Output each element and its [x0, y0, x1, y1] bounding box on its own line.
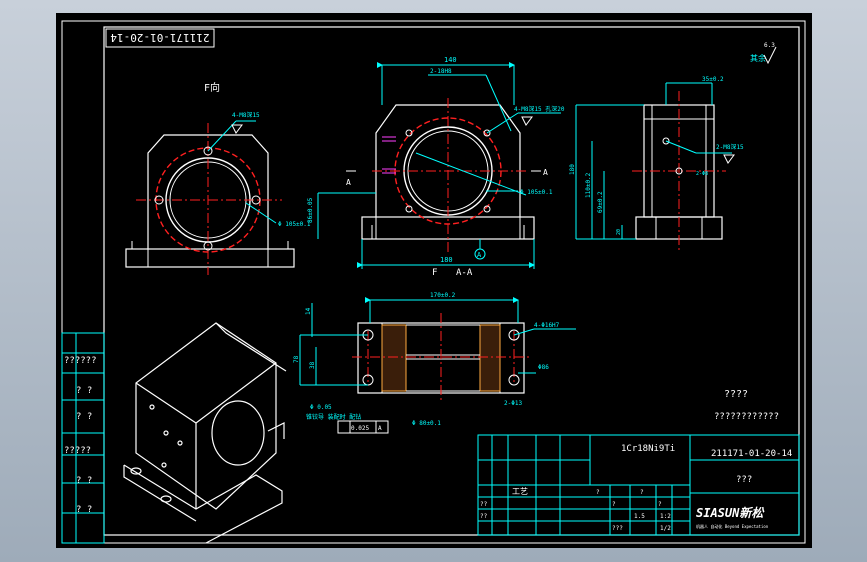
roughness-note: 其余	[750, 53, 766, 63]
section-dim-86: Φ86	[538, 364, 549, 371]
title-cell-10: 1/2	[660, 525, 671, 532]
title-cell-1: ??	[480, 501, 488, 508]
f-view-label: F向	[204, 81, 220, 94]
title-cell-8: 1:2	[660, 513, 671, 520]
section-bottom-hole: 2-Φ13	[504, 400, 522, 407]
cad-drawing: 211171-01-20-14 ?????? ? ? ? ? ????? ? ?…	[61, 20, 806, 544]
title-cell-2: ??	[480, 513, 488, 520]
title-block-drawing-number: 211171-01-20-14	[711, 449, 792, 459]
company-logo: SIASUN新松	[696, 506, 765, 520]
section-arrow-right: A	[543, 168, 548, 177]
isometric-view	[123, 322, 287, 544]
title-cell-7: 1.5	[634, 513, 645, 520]
side-small: 20	[616, 229, 622, 235]
title-cell-6: ?	[658, 501, 662, 508]
tolerance-value: 0.025	[351, 425, 369, 432]
inner-border	[103, 26, 800, 536]
title-block-unknown: ???	[736, 475, 752, 485]
side-inner2: 69±0.2	[597, 191, 604, 213]
side-dim-top: 35±0.2	[702, 76, 724, 83]
material-text: 1Cr18Ni9Ti	[621, 444, 675, 454]
tolerance-datum: A	[378, 425, 382, 432]
title-cell-3: ?	[596, 489, 600, 496]
outer-border	[61, 20, 806, 544]
front-view: 140 2-18H8 4-M8深15 孔深20 Φ 105±0.1 86±0.0…	[307, 56, 565, 278]
side-inner: 110±0.2	[585, 172, 592, 198]
left-table-row-6: ? ?	[76, 505, 92, 515]
title-block-process-label: 工艺	[512, 487, 528, 496]
section-arrow-left: A	[346, 178, 351, 187]
left-table-row-5: ? ?	[76, 476, 92, 486]
section-note-left: Φ 0.05	[310, 404, 332, 411]
front-holes-right: 4-M8深15 孔深20	[514, 105, 565, 113]
roughness-value: 6.3	[764, 42, 775, 49]
side-holes2-label: 2-Φ8	[696, 171, 708, 177]
datum-a: A	[477, 251, 482, 259]
cad-viewport: 211171-01-20-14 ?????? ? ? ? ? ????? ? ?…	[0, 0, 867, 562]
section-dim-top: 170±0.2	[430, 292, 456, 299]
section-dim-left: 14	[305, 307, 312, 315]
drawing-sheet: 211171-01-20-14 ?????? ? ? ? ? ????? ? ?…	[56, 13, 812, 548]
side-view: 2-M8深15 2-Φ8 35±0.2 180 110±0.2 69±0.2 2…	[569, 76, 744, 253]
side-height: 180	[569, 164, 576, 175]
front-dim-bottom: 180	[440, 256, 453, 264]
f-view-dia-label: Φ 105±0.1	[278, 221, 311, 228]
f-view-holes-label: 4-M8深15	[232, 111, 260, 119]
f-view: F向 4-M8深15 Φ 105±0.1	[125, 81, 311, 275]
front-hole-top: 2-18H8	[430, 68, 452, 75]
question-mark-1: ????	[724, 389, 748, 400]
title-cell-5: ?	[612, 501, 616, 508]
left-table-row-3: ? ?	[76, 412, 92, 422]
side-holes-label: 2-M8深15	[716, 143, 744, 151]
drawing-number-rotated: 211171-01-20-14	[110, 31, 210, 44]
section-note-left2: 锥铰导 装配时 配钻	[306, 413, 361, 421]
section-view: 170±0.2 14 78 38 4-Φ16H7 Φ86 2-Φ13 Φ 0.0…	[293, 292, 576, 434]
company-tagline: 机器人 自动化 Beyond Expectation	[696, 523, 769, 529]
question-mark-2: ????????????	[714, 412, 779, 422]
title-cell-4: ?	[640, 489, 644, 496]
front-height-left: 86±0.05	[307, 197, 314, 223]
section-dim-38: 38	[309, 361, 316, 369]
section-label: A-A	[456, 268, 473, 278]
front-dim-top: 140	[444, 56, 457, 64]
front-dia-right: Φ 105±0.1	[520, 189, 553, 196]
bottom-dim: Φ 80±0.1	[412, 420, 441, 427]
left-table-row-2: ? ?	[76, 386, 92, 396]
view-arrow-f: F	[432, 268, 437, 278]
left-table-row-4: ?????	[64, 446, 91, 456]
left-table-row-1: ??????	[64, 356, 97, 366]
section-dim-78: 78	[293, 355, 300, 363]
section-hole-label: 4-Φ16H7	[534, 322, 560, 329]
title-cell-9: ???	[612, 525, 623, 532]
